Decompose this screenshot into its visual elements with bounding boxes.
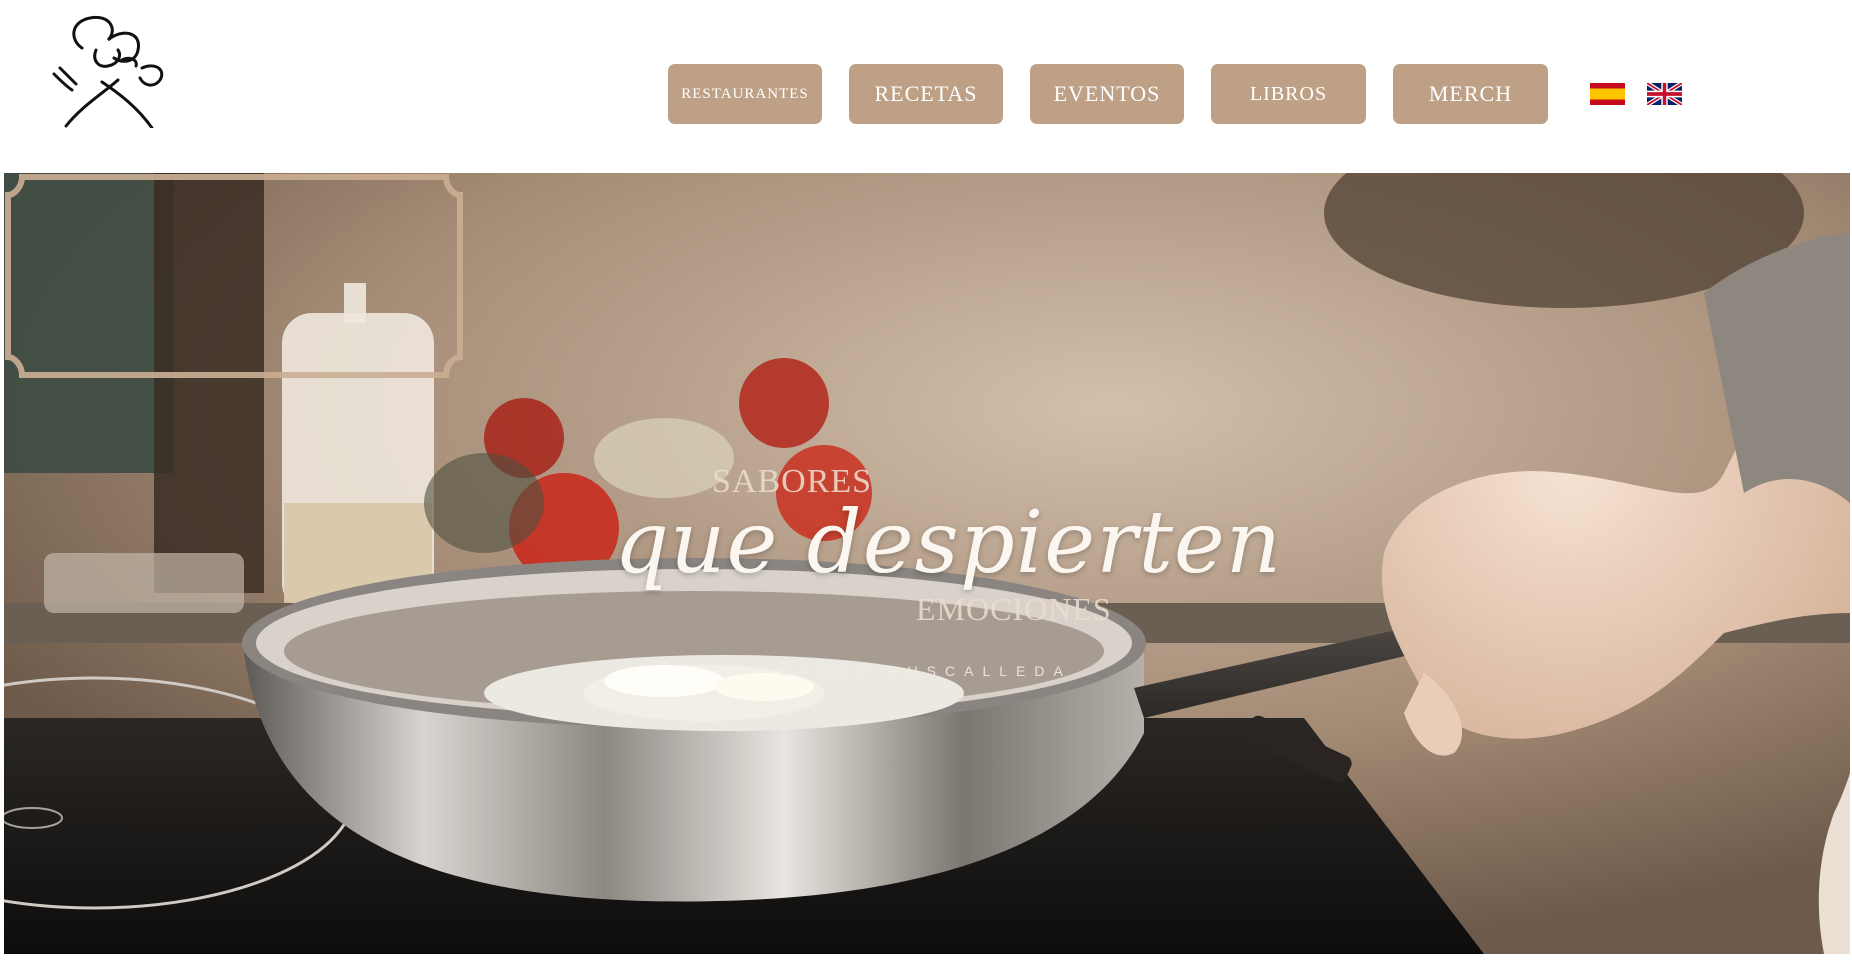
hero-video-banner: SABORES que despierten EMOCIONES CARME R… xyxy=(4,173,1850,954)
sign-frame-icon xyxy=(5,174,463,378)
hero-emociones-text: EMOCIONES xyxy=(916,591,1112,627)
nav-restaurantes-button[interactable]: RESTAURANTES xyxy=(668,64,822,124)
uk-flag-icon[interactable] xyxy=(1645,81,1684,107)
site-header: RESTAURANTES RECETAS EVENTOS LIBROS MERC… xyxy=(0,0,1852,173)
nav-merch-button[interactable]: MERCH xyxy=(1393,64,1548,124)
nav-eventos-button[interactable]: EVENTOS xyxy=(1030,64,1184,124)
hero-script-headline: que despierten xyxy=(614,493,1283,593)
nav-libros-button[interactable]: LIBROS xyxy=(1211,64,1366,124)
chef-logo-graphic xyxy=(52,15,164,130)
spain-flag-icon[interactable] xyxy=(1590,83,1625,105)
hero-author-name: CARME RUSCALLEDA xyxy=(780,663,1072,679)
nav-recetas-button[interactable]: RECETAS xyxy=(849,64,1003,124)
chef-logo-icon[interactable] xyxy=(52,10,170,130)
